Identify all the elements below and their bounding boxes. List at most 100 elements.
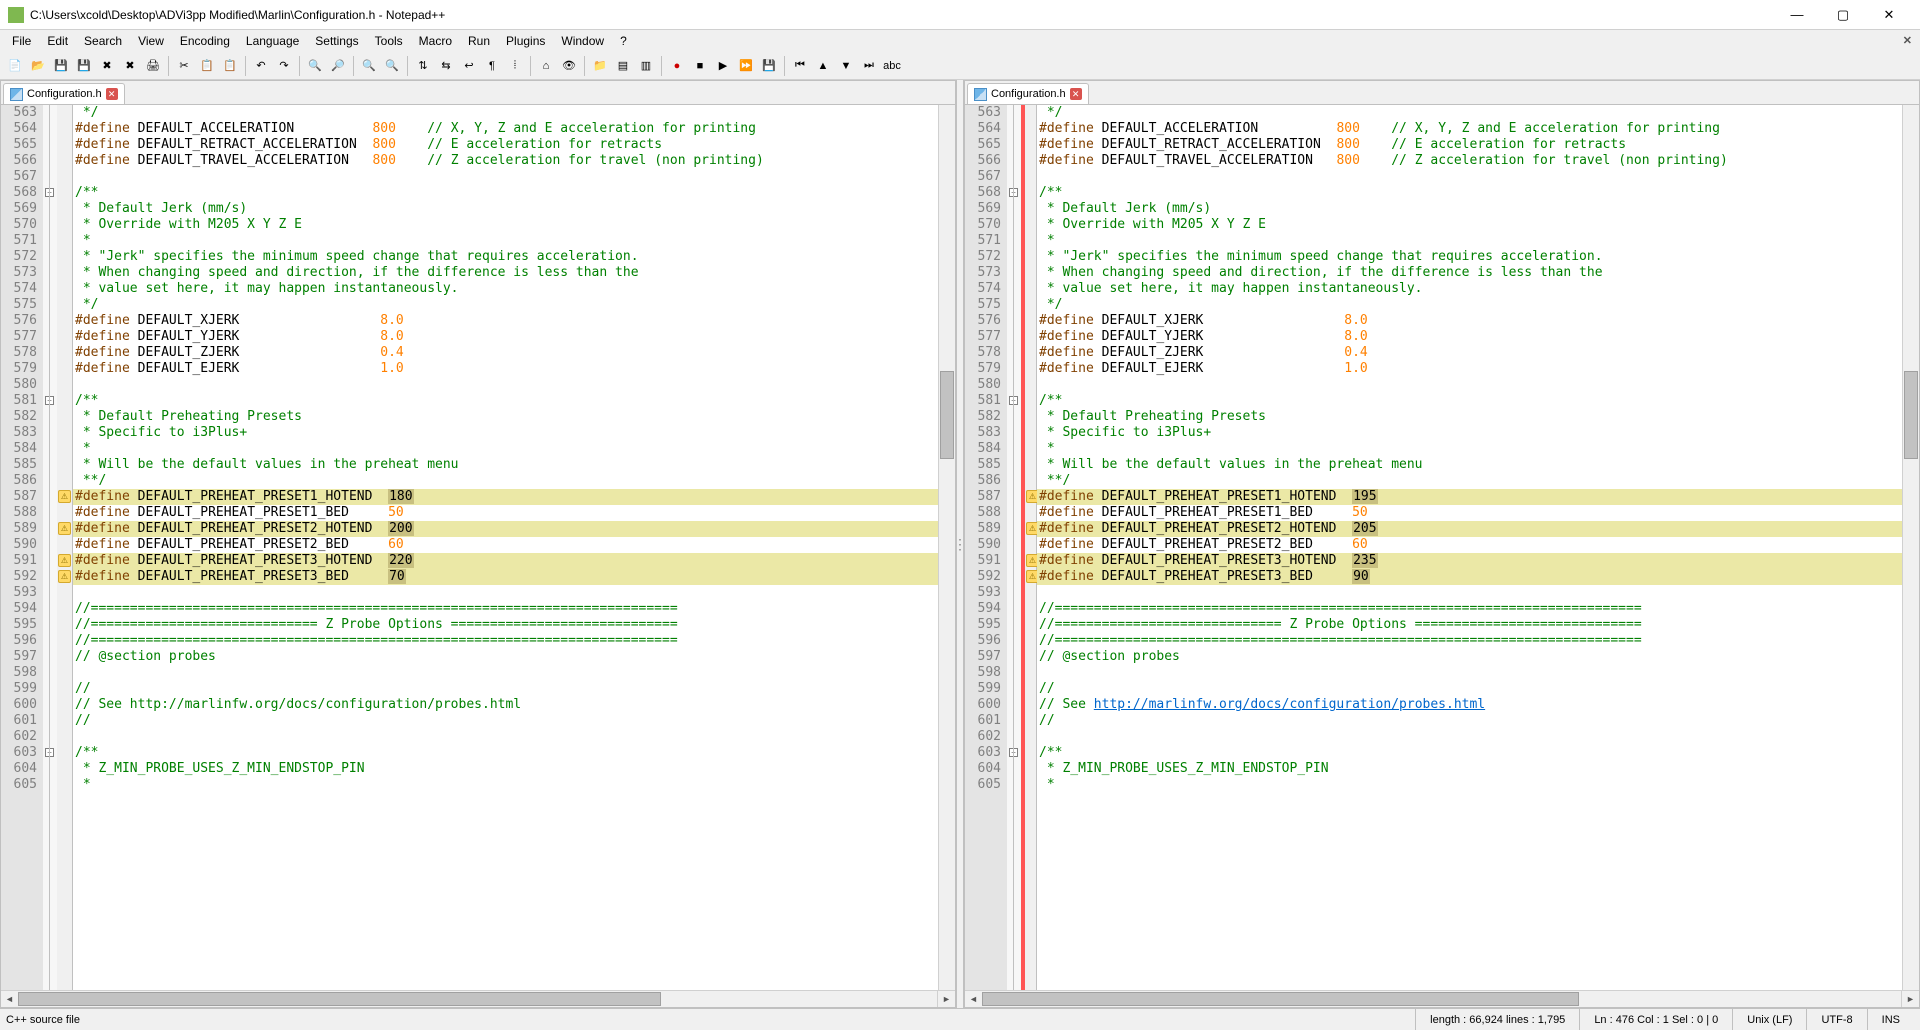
fold-column[interactable]: −−−	[43, 105, 57, 990]
menu-plugins[interactable]: Plugins	[498, 31, 553, 51]
menu-file[interactable]: File	[4, 31, 39, 51]
sync-v-button[interactable]: ⇅	[412, 55, 434, 77]
paste-button[interactable]: 📋	[219, 55, 241, 77]
right-tab-bar: Configuration.h ✕	[965, 81, 1919, 105]
tab-label: Configuration.h	[991, 88, 1066, 100]
menu-run[interactable]: Run	[460, 31, 498, 51]
record-button[interactable]: ●	[666, 55, 688, 77]
scroll-left-button[interactable]: ◄	[1, 991, 18, 1007]
status-bar: C++ source file length : 66,924 lines : …	[0, 1008, 1920, 1030]
horizontal-scrollbar-row: ◄ ►	[965, 990, 1919, 1007]
document-close-button[interactable]: ✕	[1899, 32, 1916, 49]
menu-settings[interactable]: Settings	[307, 31, 366, 51]
lang-button[interactable]: ⌂	[535, 55, 557, 77]
tab-label: Configuration.h	[27, 88, 102, 100]
app-icon	[8, 7, 24, 23]
play-multi-button[interactable]: ⏩	[735, 55, 757, 77]
print-button[interactable]: 🖨	[142, 55, 164, 77]
status-filetype: C++ source file	[6, 1014, 1415, 1026]
monitor-button[interactable]: 👁	[558, 55, 580, 77]
diff-first-button[interactable]: ⏮	[789, 55, 811, 77]
copy-button[interactable]: 📋	[196, 55, 218, 77]
left-pane: Configuration.h ✕ 5635645655665675685695…	[0, 80, 956, 1008]
status-eol: Unix (LF)	[1732, 1009, 1806, 1030]
menu-macro[interactable]: Macro	[411, 31, 460, 51]
line-gutter: 5635645655665675685695705715725735745755…	[965, 105, 1007, 990]
redo-button[interactable]: ↷	[273, 55, 295, 77]
menu-edit[interactable]: Edit	[39, 31, 76, 51]
line-gutter: 5635645655665675685695705715725735745755…	[1, 105, 43, 990]
menu-?[interactable]: ?	[612, 31, 635, 51]
diff-prev-button[interactable]: ▲	[812, 55, 834, 77]
status-mode: INS	[1867, 1009, 1914, 1030]
fold-column[interactable]: −−−	[1007, 105, 1021, 990]
horizontal-scrollbar[interactable]	[18, 991, 938, 1007]
horizontal-scrollbar-row: ◄ ►	[1, 990, 955, 1007]
doc-list-button[interactable]: ▥	[635, 55, 657, 77]
right-pane: Configuration.h ✕ 5635645655665675685695…	[964, 80, 1920, 1008]
undo-button[interactable]: ↶	[250, 55, 272, 77]
menu-window[interactable]: Window	[553, 31, 612, 51]
horizontal-scrollbar[interactable]	[982, 991, 1902, 1007]
new-button[interactable]: 📄	[4, 55, 26, 77]
menu-search[interactable]: Search	[76, 31, 130, 51]
play-button[interactable]: ▶	[712, 55, 734, 77]
window-title: C:\Users\xcold\Desktop\ADVi3pp Modified\…	[30, 8, 1774, 22]
diff-last-button[interactable]: ⏭	[858, 55, 880, 77]
show-all-button[interactable]: ¶	[481, 55, 503, 77]
menu-bar: FileEditSearchViewEncodingLanguageSettin…	[0, 30, 1920, 52]
menu-view[interactable]: View	[130, 31, 172, 51]
code-area[interactable]: */#define DEFAULT_ACCELERATION 800 // X,…	[73, 105, 938, 990]
code-area[interactable]: */#define DEFAULT_ACCELERATION 800 // X,…	[1037, 105, 1902, 990]
zoom-out-button[interactable]: 🔍	[381, 55, 403, 77]
abc-button[interactable]: abc	[881, 55, 903, 77]
scroll-right-button[interactable]: ►	[938, 991, 955, 1007]
split-panes: Configuration.h ✕ 5635645655665675685695…	[0, 80, 1920, 1008]
status-encoding: UTF-8	[1806, 1009, 1866, 1030]
save-all-button[interactable]: 💾	[73, 55, 95, 77]
left-tab-bar: Configuration.h ✕	[1, 81, 955, 105]
tab-close-icon[interactable]: ✕	[106, 88, 118, 100]
right-tab[interactable]: Configuration.h ✕	[967, 83, 1089, 104]
menu-language[interactable]: Language	[238, 31, 307, 51]
vertical-scrollbar[interactable]	[938, 105, 955, 990]
indent-guide-button[interactable]: ⦙	[504, 55, 526, 77]
doc-map-button[interactable]: ▤	[612, 55, 634, 77]
cut-button[interactable]: ✂	[173, 55, 195, 77]
close-button[interactable]: ✖	[96, 55, 118, 77]
zoom-in-button[interactable]: 🔍	[358, 55, 380, 77]
status-position: Ln : 476 Col : 1 Sel : 0 | 0	[1579, 1009, 1732, 1030]
status-length: length : 66,924 lines : 1,795	[1415, 1009, 1579, 1030]
title-bar: C:\Users\xcold\Desktop\ADVi3pp Modified\…	[0, 0, 1920, 30]
diff-next-button[interactable]: ▼	[835, 55, 857, 77]
left-tab[interactable]: Configuration.h ✕	[3, 83, 125, 104]
wrap-button[interactable]: ↩	[458, 55, 480, 77]
toolbar: 📄📂💾💾✖✖🖨✂📋📋↶↷🔍🔎🔍🔍⇅⇆↩¶⦙⌂👁📁▤▥●■▶⏩💾⏮▲▼⏭abc	[0, 52, 1920, 80]
scroll-left-button[interactable]: ◄	[965, 991, 982, 1007]
maximize-button[interactable]: ▢	[1820, 0, 1866, 30]
pane-splitter[interactable]	[956, 80, 964, 1008]
save-button[interactable]: 💾	[50, 55, 72, 77]
save-macro-button[interactable]: 💾	[758, 55, 780, 77]
close-all-button[interactable]: ✖	[119, 55, 141, 77]
right-editor[interactable]: 5635645655665675685695705715725735745755…	[965, 105, 1919, 990]
close-button[interactable]: ✕	[1866, 0, 1912, 30]
marker-column: ⚠⚠⚠⚠	[1021, 105, 1037, 990]
menu-encoding[interactable]: Encoding	[172, 31, 238, 51]
stop-button[interactable]: ■	[689, 55, 711, 77]
tab-close-icon[interactable]: ✕	[1070, 88, 1082, 100]
left-editor[interactable]: 5635645655665675685695705715725735745755…	[1, 105, 955, 990]
scroll-right-button[interactable]: ►	[1902, 991, 1919, 1007]
vertical-scrollbar[interactable]	[1902, 105, 1919, 990]
window-controls: — ▢ ✕	[1774, 0, 1912, 30]
open-button[interactable]: 📂	[27, 55, 49, 77]
menu-tools[interactable]: Tools	[367, 31, 411, 51]
file-icon	[974, 88, 987, 101]
marker-column: ⚠⚠⚠⚠	[57, 105, 73, 990]
replace-button[interactable]: 🔎	[327, 55, 349, 77]
sync-h-button[interactable]: ⇆	[435, 55, 457, 77]
folder-button[interactable]: 📁	[589, 55, 611, 77]
minimize-button[interactable]: —	[1774, 0, 1820, 30]
find-button[interactable]: 🔍	[304, 55, 326, 77]
file-icon	[10, 88, 23, 101]
